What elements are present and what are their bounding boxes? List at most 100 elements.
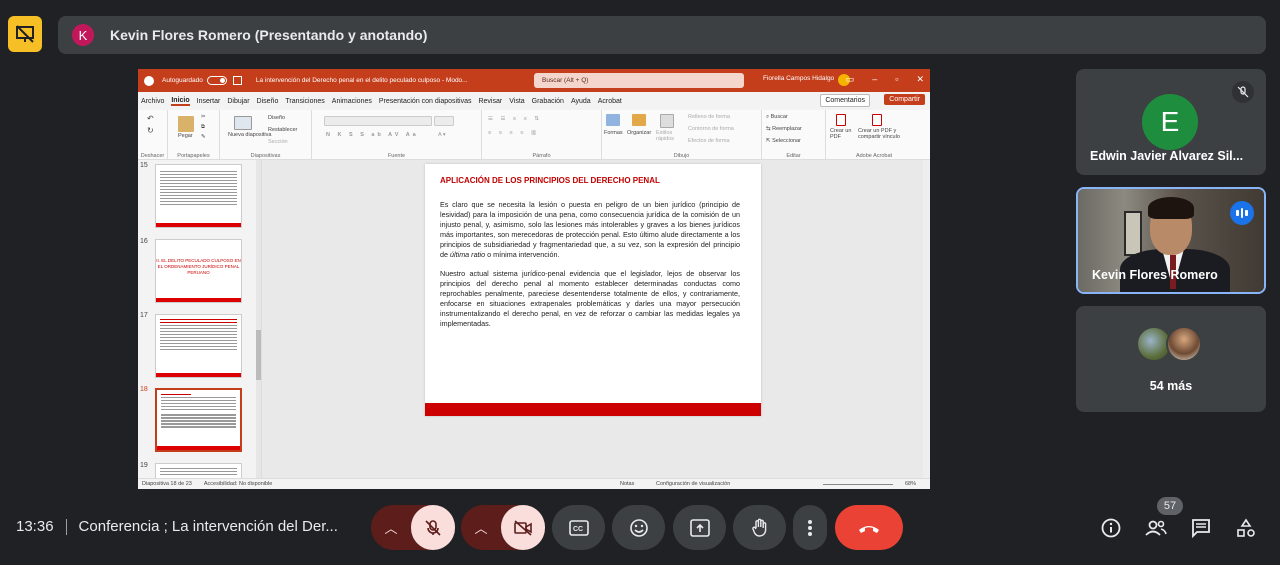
paste-icon[interactable] xyxy=(178,116,194,132)
create-pdf-icon[interactable] xyxy=(836,114,846,126)
replace-button[interactable]: ⇆ Reemplazar xyxy=(766,126,802,132)
comments-button[interactable]: Comentarios xyxy=(820,94,870,107)
list-icons[interactable]: ☰ ☰ ≡ ≡ ⇅ xyxy=(488,116,542,122)
section-button[interactable]: Sección xyxy=(268,139,288,145)
ribbon-paragraph-group: ☰ ☰ ≡ ≡ ⇅ ≡ ≡ ≡ ≡ ▥ Párrafo xyxy=(482,110,602,160)
shapes-icon[interactable] xyxy=(606,114,620,126)
quick-styles-icon[interactable] xyxy=(660,114,674,128)
thumb-16-title: II. EL DELITO PECULADO CULPOSO EN EL ORD… xyxy=(156,258,241,275)
raise-hand-button[interactable] xyxy=(733,505,786,550)
cut-icon[interactable]: ✂ xyxy=(201,114,206,120)
slide-thumbnail-17[interactable] xyxy=(155,314,242,378)
format-painter-icon[interactable]: ✎ xyxy=(201,134,206,140)
ribbon-clipboard-label: Portapapeles xyxy=(177,153,210,159)
share-button[interactable]: Compartir xyxy=(884,94,925,105)
reset-button[interactable]: Restablecer xyxy=(268,127,297,133)
reactions-button[interactable] xyxy=(612,505,665,550)
share-pdf-label: Crear un PDF y compartir vínculo xyxy=(858,128,900,140)
ppt-search-box[interactable]: Buscar (Alt + Q) xyxy=(534,73,744,88)
menu-insertar[interactable]: Insertar xyxy=(197,98,221,105)
minimize-icon[interactable]: – xyxy=(872,74,877,85)
shared-screen: Autoguardado La intervención del Derecho… xyxy=(138,69,930,489)
ribbon-toggle-icon[interactable]: ▭ xyxy=(846,74,855,85)
thumbnails-scrollbar[interactable] xyxy=(256,160,261,478)
slide-paragraph-1: Es claro que se necesita la lesión o pue… xyxy=(440,200,740,259)
current-slide[interactable]: APLICACIÓN DE LOS PRINCIPIOS DEL DERECHO… xyxy=(425,164,761,416)
camera-toggle-button[interactable] xyxy=(501,505,545,550)
zoom-slider[interactable] xyxy=(823,484,893,485)
slide-count: Diapositiva 18 de 23 xyxy=(142,481,192,487)
share-pdf-icon[interactable] xyxy=(872,114,882,126)
layout-button[interactable]: Diseño xyxy=(268,115,285,121)
menu-presentacion[interactable]: Presentación con diapositivas xyxy=(379,98,472,105)
shape-outline-button[interactable]: Contorno de forma xyxy=(688,126,734,132)
menu-grabacion[interactable]: Grabación xyxy=(532,98,564,105)
menu-vista[interactable]: Vista xyxy=(509,98,524,105)
font-size-box[interactable] xyxy=(434,116,454,126)
presentation-icon[interactable] xyxy=(8,16,42,52)
mic-toggle-button[interactable] xyxy=(411,505,455,550)
save-icon[interactable] xyxy=(232,76,242,85)
menu-diseno[interactable]: Diseño xyxy=(257,98,279,105)
redo-icon[interactable]: ↻ xyxy=(147,126,154,135)
font-name-box[interactable] xyxy=(324,116,432,126)
arrange-icon[interactable] xyxy=(632,114,646,126)
maximize-icon[interactable]: ▫ xyxy=(895,74,898,85)
menu-acrobat[interactable]: Acrobat xyxy=(598,98,622,105)
mic-options-chevron-icon[interactable]: ︿ xyxy=(371,518,411,537)
canvas-scrollbar[interactable] xyxy=(923,160,930,478)
chat-icon[interactable] xyxy=(1189,516,1213,540)
copy-icon[interactable]: ⧉ xyxy=(201,124,205,131)
more-options-button[interactable] xyxy=(793,505,827,550)
undo-icon[interactable]: ↶ xyxy=(147,114,154,123)
new-slide-icon[interactable] xyxy=(234,116,252,130)
find-button[interactable]: ⌕ Buscar xyxy=(766,114,788,121)
ppt-user-name: Fiorella Campos Hidalgo xyxy=(763,75,835,82)
meeting-details-icon[interactable] xyxy=(1099,516,1123,540)
ribbon: ↶ ↻ Deshacer Pegar ✂ ⧉ ✎ Portapapeles Nu… xyxy=(138,110,930,160)
slide-paragraph-2: Nuestro actual sistema jurídico-penal ev… xyxy=(440,269,740,328)
captions-button[interactable]: CC xyxy=(552,505,605,550)
slide-thumbnail-15[interactable] xyxy=(155,164,242,228)
autosave-toggle[interactable] xyxy=(206,76,227,85)
menu-dibujar[interactable]: Dibujar xyxy=(227,98,249,105)
menu-animaciones[interactable]: Animaciones xyxy=(332,98,372,105)
menu-ayuda[interactable]: Ayuda xyxy=(571,98,591,105)
mic-control: ︿ xyxy=(371,505,455,550)
menu-revisar[interactable]: Revisar xyxy=(478,98,502,105)
hang-up-icon xyxy=(859,525,879,533)
present-screen-icon xyxy=(689,518,710,537)
camera-off-icon xyxy=(514,519,532,536)
font-format-icons[interactable]: N K S S ab AV Aa xyxy=(326,132,419,138)
slide-thumbnail-16[interactable]: II. EL DELITO PECULADO CULPOSO EN EL ORD… xyxy=(155,239,242,303)
ribbon-editing-group: ⌕ Buscar ⇆ Reemplazar ⇱ Seleccionar Edit… xyxy=(762,110,826,160)
ribbon-paragraph-label: Párrafo xyxy=(532,153,551,159)
more-participants-tile[interactable]: 54 más xyxy=(1076,306,1266,412)
zoom-level[interactable]: 68% xyxy=(905,481,916,487)
accessibility-status[interactable]: Accesibilidad: No disponible xyxy=(204,481,272,487)
participant-tile-kevin[interactable]: Kevin Flores Romero xyxy=(1076,187,1266,294)
ribbon-acrobat-label: Adobe Acrobat xyxy=(855,153,893,159)
leave-call-button[interactable] xyxy=(835,505,903,550)
select-button[interactable]: ⇱ Seleccionar xyxy=(766,138,801,144)
people-icon[interactable] xyxy=(1144,516,1168,540)
presenter-avatar: K xyxy=(72,24,94,46)
thumb-number-16: 16 xyxy=(140,238,148,245)
font-color-icon[interactable]: A ▾ xyxy=(438,132,446,138)
menu-transiciones[interactable]: Transiciones xyxy=(285,98,324,105)
activities-icon[interactable] xyxy=(1234,516,1258,540)
shape-effects-button[interactable]: Efectos de forma xyxy=(688,138,730,144)
participant-tile-edwin[interactable]: E Edwin Javier Alvarez Sil... xyxy=(1076,69,1266,175)
present-button[interactable] xyxy=(673,505,726,550)
shape-fill-button[interactable]: Relleno de forma xyxy=(688,114,730,120)
captions-icon: CC xyxy=(568,519,589,536)
notes-button[interactable]: Notas xyxy=(620,481,634,487)
slide-thumbnail-18[interactable] xyxy=(155,388,242,452)
align-icons[interactable]: ≡ ≡ ≡ ≡ ▥ xyxy=(488,130,539,136)
camera-options-chevron-icon[interactable]: ︿ xyxy=(461,518,501,537)
menu-inicio[interactable]: Inicio xyxy=(171,97,190,106)
ppt-search-placeholder: Buscar (Alt + Q) xyxy=(542,77,589,84)
menu-archivo[interactable]: Archivo xyxy=(141,98,164,105)
display-settings-button[interactable]: Configuración de visualización xyxy=(656,481,730,487)
close-icon[interactable]: ✕ xyxy=(916,74,924,85)
